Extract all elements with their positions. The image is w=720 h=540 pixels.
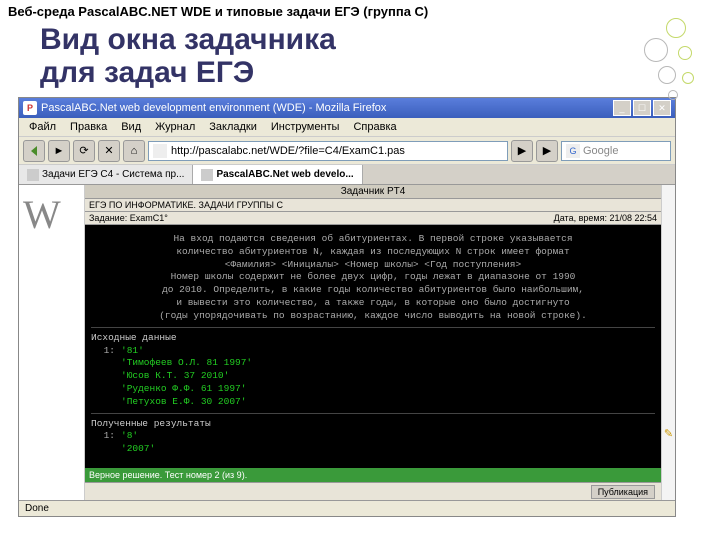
input-line: 1:'81' <box>91 345 655 358</box>
go-button-2[interactable]: ▶ <box>536 140 558 162</box>
tab-icon <box>201 169 213 181</box>
input-header: Исходные данные <box>91 332 655 345</box>
window-titlebar: P PascalABC.Net web development environm… <box>19 98 675 118</box>
google-icon: G <box>566 144 580 158</box>
tab-0[interactable]: Задачи ЕГЭ C4 - Система пр... <box>19 165 193 184</box>
window-title: PascalABC.Net web development environmen… <box>41 102 386 114</box>
decorative-dots <box>638 18 708 108</box>
page-icon <box>153 144 167 158</box>
slide-title: Вид окна задачника для задач ЕГЭ <box>0 23 720 89</box>
firefox-window: P PascalABC.Net web development environm… <box>18 97 676 517</box>
task-subheader: Задание: ExamC1° Дата, время: 21/08 22:5… <box>85 212 661 225</box>
menu-history[interactable]: Журнал <box>149 120 201 134</box>
bottom-toolbar: Публикация <box>85 482 661 500</box>
url-bar[interactable]: http://pascalabc.net/WDE/?file=C4/ExamC1… <box>148 141 508 161</box>
slide-context-header: Веб-среда PascalABC.NET WDE и типовые за… <box>0 0 720 23</box>
slide-title-line2: для задач ЕГЭ <box>40 56 680 89</box>
status-text: Done <box>25 503 49 514</box>
menu-help[interactable]: Справка <box>347 120 402 134</box>
taskbook-title: Задачник PT4 <box>85 185 661 199</box>
sidebar-logo: W <box>19 185 85 500</box>
input-line: 'Руденко Ф.Ф. 61 1997' <box>91 383 655 396</box>
go-button[interactable]: ▶ <box>511 140 533 162</box>
task-name: Задание: ExamC1° <box>89 213 168 223</box>
minimize-button[interactable]: _ <box>613 100 631 116</box>
reload-button[interactable]: ⟳ <box>73 140 95 162</box>
problem-text: На вход подаются сведения об абитуриента… <box>91 233 655 323</box>
terminal-output: На вход подаются сведения об абитуриента… <box>85 225 661 468</box>
back-button[interactable] <box>23 140 45 162</box>
url-text: http://pascalabc.net/WDE/?file=C4/ExamC1… <box>171 145 405 157</box>
output-line: 1:'8' <box>91 430 655 443</box>
publish-button[interactable]: Публикация <box>591 485 655 499</box>
tab-bar: Задачи ЕГЭ C4 - Система пр... PascalABC.… <box>19 165 675 185</box>
output-line: '2007' <box>91 443 655 456</box>
menu-file[interactable]: Файл <box>23 120 62 134</box>
menu-view[interactable]: Вид <box>115 120 147 134</box>
search-box[interactable]: G Google <box>561 141 671 161</box>
task-datetime: Дата, время: 21/08 22:54 <box>554 213 657 223</box>
tab-icon <box>27 169 39 181</box>
search-placeholder: Google <box>583 145 618 157</box>
menu-bookmarks[interactable]: Закладки <box>203 120 263 134</box>
right-sliver: ✎ <box>661 185 675 500</box>
edit-icon[interactable]: ✎ <box>662 427 675 440</box>
page-content: W Задачник PT4 ЕГЭ ПО ИНФОРМАТИКЕ. ЗАДАЧ… <box>19 185 675 500</box>
tab-1[interactable]: PascalABC.Net web develo... <box>193 165 362 184</box>
slide-title-line1: Вид окна задачника <box>40 23 680 56</box>
status-bar: Done <box>19 500 675 516</box>
stop-button[interactable]: ✕ <box>98 140 120 162</box>
task-panel: Задачник PT4 ЕГЭ ПО ИНФОРМАТИКЕ. ЗАДАЧИ … <box>85 185 661 500</box>
input-line: 'Петухов Е.Ф. 30 2007' <box>91 396 655 409</box>
menu-tools[interactable]: Инструменты <box>265 120 346 134</box>
output-header: Полученные результаты <box>91 418 655 431</box>
task-category: ЕГЭ ПО ИНФОРМАТИКЕ. ЗАДАЧИ ГРУППЫ C <box>85 199 661 212</box>
tab-label: PascalABC.Net web develo... <box>216 169 353 180</box>
input-line: 'Юсов К.Т. 37 2010' <box>91 370 655 383</box>
input-line: 'Тимофеев О.Л. 81 1997' <box>91 357 655 370</box>
navigation-toolbar: ► ⟳ ✕ ⌂ http://pascalabc.net/WDE/?file=C… <box>19 137 675 165</box>
forward-button[interactable]: ► <box>48 140 70 162</box>
browser-menubar: Файл Правка Вид Журнал Закладки Инструме… <box>19 118 675 137</box>
tab-label: Задачи ЕГЭ C4 - Система пр... <box>42 169 184 180</box>
firefox-icon: P <box>23 101 37 115</box>
result-status: Верное решение. Тест номер 2 (из 9). <box>85 468 661 482</box>
home-button[interactable]: ⌂ <box>123 140 145 162</box>
menu-edit[interactable]: Правка <box>64 120 113 134</box>
